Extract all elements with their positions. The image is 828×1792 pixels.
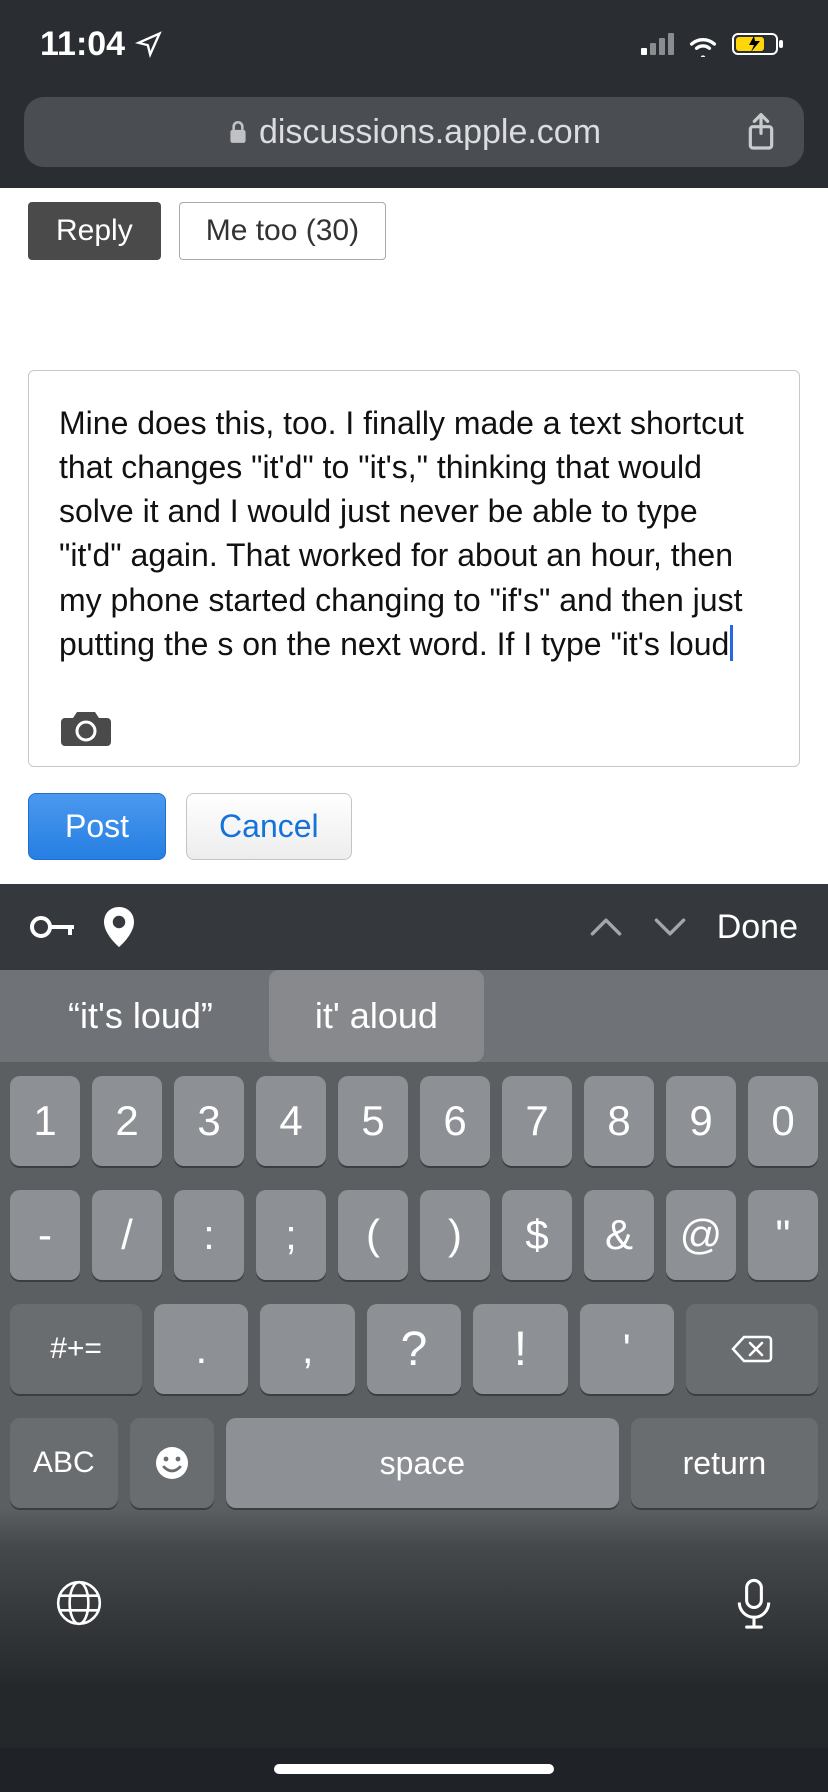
keyboard-row-1: 1 2 3 4 5 6 7 8 9 0 bbox=[10, 1076, 818, 1166]
me-too-button[interactable]: Me too (30) bbox=[179, 202, 386, 260]
key-abc[interactable]: ABC bbox=[10, 1418, 118, 1508]
key-lparen[interactable]: ( bbox=[338, 1190, 408, 1280]
key-period[interactable]: . bbox=[154, 1304, 248, 1394]
keyboard-done-button[interactable]: Done bbox=[717, 908, 798, 947]
key-5[interactable]: 5 bbox=[338, 1076, 408, 1166]
cancel-button[interactable]: Cancel bbox=[186, 793, 352, 860]
status-bar: 11:04 bbox=[0, 0, 828, 88]
browser-chrome: discussions.apple.com bbox=[0, 88, 828, 188]
share-icon[interactable] bbox=[744, 112, 778, 152]
key-amp[interactable]: & bbox=[584, 1190, 654, 1280]
globe-icon[interactable] bbox=[54, 1578, 104, 1628]
key-9[interactable]: 9 bbox=[666, 1076, 736, 1166]
battery-charging-icon bbox=[732, 31, 788, 57]
post-button[interactable]: Post bbox=[28, 793, 166, 860]
keyboard-row-2: - / : ; ( ) $ & @ " bbox=[10, 1190, 818, 1280]
key-1[interactable]: 1 bbox=[10, 1076, 80, 1166]
next-field-icon[interactable] bbox=[653, 916, 687, 938]
key-2[interactable]: 2 bbox=[92, 1076, 162, 1166]
camera-icon[interactable] bbox=[59, 706, 769, 748]
key-7[interactable]: 7 bbox=[502, 1076, 572, 1166]
cellular-signal-icon bbox=[641, 33, 674, 55]
web-page: Reply Me too (30) Mine does this, too. I… bbox=[0, 188, 828, 884]
key-comma[interactable]: , bbox=[260, 1304, 354, 1394]
key-space[interactable]: space bbox=[226, 1418, 619, 1508]
key-at[interactable]: @ bbox=[666, 1190, 736, 1280]
reply-text-content: Mine does this, too. I finally made a te… bbox=[59, 405, 753, 662]
key-rparen[interactable]: ) bbox=[420, 1190, 490, 1280]
key-0[interactable]: 0 bbox=[748, 1076, 818, 1166]
reply-button[interactable]: Reply bbox=[28, 202, 161, 260]
key-3[interactable]: 3 bbox=[174, 1076, 244, 1166]
status-right bbox=[641, 31, 788, 57]
key-exclaim[interactable]: ! bbox=[473, 1304, 567, 1394]
key-more-symbols[interactable]: #+= bbox=[10, 1304, 142, 1394]
key-return[interactable]: return bbox=[631, 1418, 818, 1508]
key-8[interactable]: 8 bbox=[584, 1076, 654, 1166]
key-apostrophe[interactable]: ' bbox=[580, 1304, 674, 1394]
wifi-icon bbox=[686, 31, 720, 57]
post-action-row: Post Cancel bbox=[28, 793, 800, 860]
url-bar[interactable]: discussions.apple.com bbox=[24, 97, 804, 167]
keyboard-row-4: ABC space return bbox=[10, 1418, 818, 1508]
password-key-icon[interactable] bbox=[30, 913, 76, 941]
key-quote[interactable]: " bbox=[748, 1190, 818, 1280]
key-dash[interactable]: - bbox=[10, 1190, 80, 1280]
key-colon[interactable]: : bbox=[174, 1190, 244, 1280]
url-text: discussions.apple.com bbox=[259, 113, 601, 152]
keyboard: 1 2 3 4 5 6 7 8 9 0 - / : ; ( ) $ & @ " … bbox=[0, 1062, 828, 1508]
key-emoji[interactable] bbox=[130, 1418, 214, 1508]
key-dollar[interactable]: $ bbox=[502, 1190, 572, 1280]
key-question[interactable]: ? bbox=[367, 1304, 461, 1394]
key-semicolon[interactable]: ; bbox=[256, 1190, 326, 1280]
key-backspace[interactable] bbox=[686, 1304, 818, 1394]
text-cursor bbox=[730, 625, 733, 661]
dictation-mic-icon[interactable] bbox=[734, 1578, 774, 1632]
suggestion-1[interactable]: “it's loud” bbox=[28, 970, 253, 1062]
location-pin-icon[interactable] bbox=[104, 907, 134, 947]
location-services-icon bbox=[135, 30, 163, 58]
predictive-text-bar: “it's loud” it' aloud bbox=[0, 970, 828, 1062]
status-time: 11:04 bbox=[40, 25, 125, 64]
suggestion-2[interactable]: it' aloud bbox=[269, 970, 484, 1062]
key-4[interactable]: 4 bbox=[256, 1076, 326, 1166]
previous-field-icon[interactable] bbox=[589, 916, 623, 938]
keyboard-accessory-bar: Done bbox=[0, 884, 828, 970]
reply-textarea[interactable]: Mine does this, too. I finally made a te… bbox=[28, 370, 800, 767]
home-indicator[interactable] bbox=[274, 1764, 554, 1774]
key-slash[interactable]: / bbox=[92, 1190, 162, 1280]
lock-icon bbox=[227, 119, 249, 145]
thread-action-row: Reply Me too (30) bbox=[28, 202, 800, 260]
keyboard-row-3: #+= . , ? ! ' bbox=[10, 1304, 818, 1394]
key-6[interactable]: 6 bbox=[420, 1076, 490, 1166]
keyboard-bottom-area bbox=[0, 1508, 828, 1748]
status-left: 11:04 bbox=[40, 25, 163, 64]
